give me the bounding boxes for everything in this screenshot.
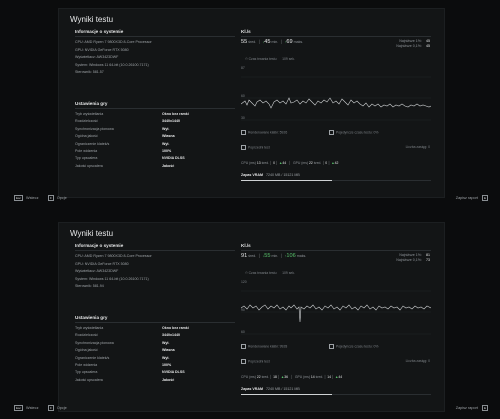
fps-summary: 91 śred. │ ↓55 min. │ ↑106 maks. <box>241 253 307 259</box>
setting-row: Ograniczenie klatek/s Wył. <box>75 141 170 146</box>
previous-test-toggle[interactable]: Poprzedni test <box>241 359 270 364</box>
driver-info: Sterownik: 581.57 <box>75 70 104 75</box>
system-info-header: Informacje o systemie <box>75 29 124 34</box>
fps-header: Kl./s <box>241 29 251 34</box>
back-button[interactable]: Esc Wstecz <box>14 405 38 411</box>
os-info: System: Windows 11 64-bit (10.0.26100.71… <box>75 62 149 67</box>
game-settings-header: Ustawienia gry <box>75 101 108 106</box>
vram-label: Zapas VRAM 7240 MB / 15121 MB <box>241 387 300 391</box>
results-panel-2: Wyniki testu Informacje o systemie CPU: … <box>58 222 445 412</box>
system-info-list: CPU: AMD Ryzen 7 9800X3D 8-Core Processo… <box>75 39 152 77</box>
cpu-info: CPU: AMD Ryzen 7 9800X3D 8-Core Processo… <box>75 254 152 258</box>
fps-graph <box>241 76 431 121</box>
results-panel-1: Wyniki testu Informacje o systemie CPU: … <box>58 8 445 198</box>
options-button[interactable]: F Opcje <box>48 195 67 201</box>
setting-row: Typ upscalera NVIDIA DLSS <box>75 156 185 161</box>
setting-row: Tryb wyświetlania Okno bez ramki <box>75 112 189 116</box>
test-duration: ⏱ Czas trwania testu 109 sek. <box>245 271 295 275</box>
fps-min: 55 <box>264 253 271 259</box>
page-title: Wyniki testu <box>70 229 114 238</box>
gpu-info: GPU: NVIDIA GeForce RTX 5080 <box>75 47 129 52</box>
gpu-info: GPU: NVIDIA GeForce RTX 5080 <box>75 261 129 266</box>
fps-max: 106 <box>286 253 296 259</box>
fps-lows: Najniższe 1%: 45 Najniższe 0,1%: 45 <box>396 39 430 48</box>
setting-row: Synchronizacja pionowa Wył. <box>75 340 170 345</box>
setting-row: Ogólna jakość Własna <box>75 348 175 353</box>
rendered-frames: Renderowane klatki: 5926 <box>241 130 287 135</box>
driver-info: Sterownik: 581.94 <box>75 284 104 289</box>
setting-row: Tryb wyświetlania Okno bez ramki <box>75 326 189 330</box>
fps-min: 45 <box>264 39 271 45</box>
setting-row: Ograniczenie klatek/s Wył. <box>75 355 170 360</box>
options-button[interactable]: F Opcje <box>48 405 67 411</box>
page-title: Wyniki testu <box>70 15 114 24</box>
game-settings-list: Tryb wyświetlania Okno bez ramki Rozdziel… <box>75 325 235 384</box>
setting-row: Pole widzenia 100% <box>75 362 172 367</box>
test-duration: ⏱ Czas trwania testu 109 sek. <box>245 57 295 61</box>
cpu-gpu-stats: CPU (ms) 13 śred. │ 0 │ ▲44 │ GPU (ms) 2… <box>241 161 339 165</box>
setting-row: Ogólna jakość Własna <box>75 134 175 139</box>
fps-graph <box>241 290 431 335</box>
setting-row: Rozdzielczość 3440x1440 <box>75 333 180 338</box>
setting-row: Jakość upscalera Jakość <box>75 163 175 168</box>
os-info: System: Windows 11 64-bit (10.0.26100.71… <box>75 276 149 281</box>
save-report-button[interactable]: Zapisz raport E <box>456 195 488 201</box>
rendered-frames: Renderowane klatki: 9928 <box>241 344 287 349</box>
game-settings-list: Tryb wyświetlania Okno bez ramki Rozdziel… <box>75 111 235 170</box>
vram-bar <box>241 394 431 395</box>
fps-avg: 55 <box>241 39 248 45</box>
generated-frames: Pojedyncze czasu testu: 0% <box>329 130 378 135</box>
generated-frames: Pojedyncze czasu testu: 0% <box>329 344 378 349</box>
latency-count: Liczba zasięg: 0 <box>405 145 430 149</box>
latency-count: Liczba zasięg: 0 <box>405 359 430 363</box>
setting-row: Pole widzenia 100% <box>75 148 172 153</box>
cpu-gpu-stats: CPU (ms) 22 śred. │ 18 │ ▲36 │ GPU (ms) … <box>241 375 343 379</box>
setting-row: Jakość upscalera Jakość <box>75 377 175 382</box>
setting-row: Synchronizacja pionowa Wył. <box>75 126 170 131</box>
display-info: Wyświetlacz: AW3423DWF <box>75 55 119 60</box>
fps-summary: 55 śred. │ ↓45 min. │ ↑69 maks. <box>241 39 304 45</box>
back-button[interactable]: Esc Wstecz <box>14 195 38 201</box>
vram-bar <box>241 180 431 181</box>
game-settings-header: Ustawienia gry <box>75 315 108 320</box>
system-info-list: CPU: AMD Ryzen 7 9800X3D 8-Core Processo… <box>75 253 152 291</box>
setting-row: Typ upscalera NVIDIA DLSS <box>75 370 185 375</box>
fps-lows: Najniższe 1%: 81 Najniższe 0,1%: 73 <box>396 253 430 262</box>
previous-test-toggle[interactable]: Poprzedni test <box>241 145 270 150</box>
system-info-header: Informacje o systemie <box>75 243 124 248</box>
fps-header: Kl./s <box>241 243 251 248</box>
cpu-info: CPU: AMD Ryzen 7 9800X3D 8-Core Processo… <box>75 40 152 44</box>
fps-avg: 91 <box>241 253 248 259</box>
display-info: Wyświetlacz: AW3423DWF <box>75 269 119 274</box>
save-report-button[interactable]: Zapisz raport E <box>456 405 488 411</box>
vram-label: Zapas VRAM 7240 MB / 15121 MB <box>241 173 300 177</box>
setting-row: Rozdzielczość 3440x1440 <box>75 119 180 124</box>
fps-max: 69 <box>286 39 293 45</box>
